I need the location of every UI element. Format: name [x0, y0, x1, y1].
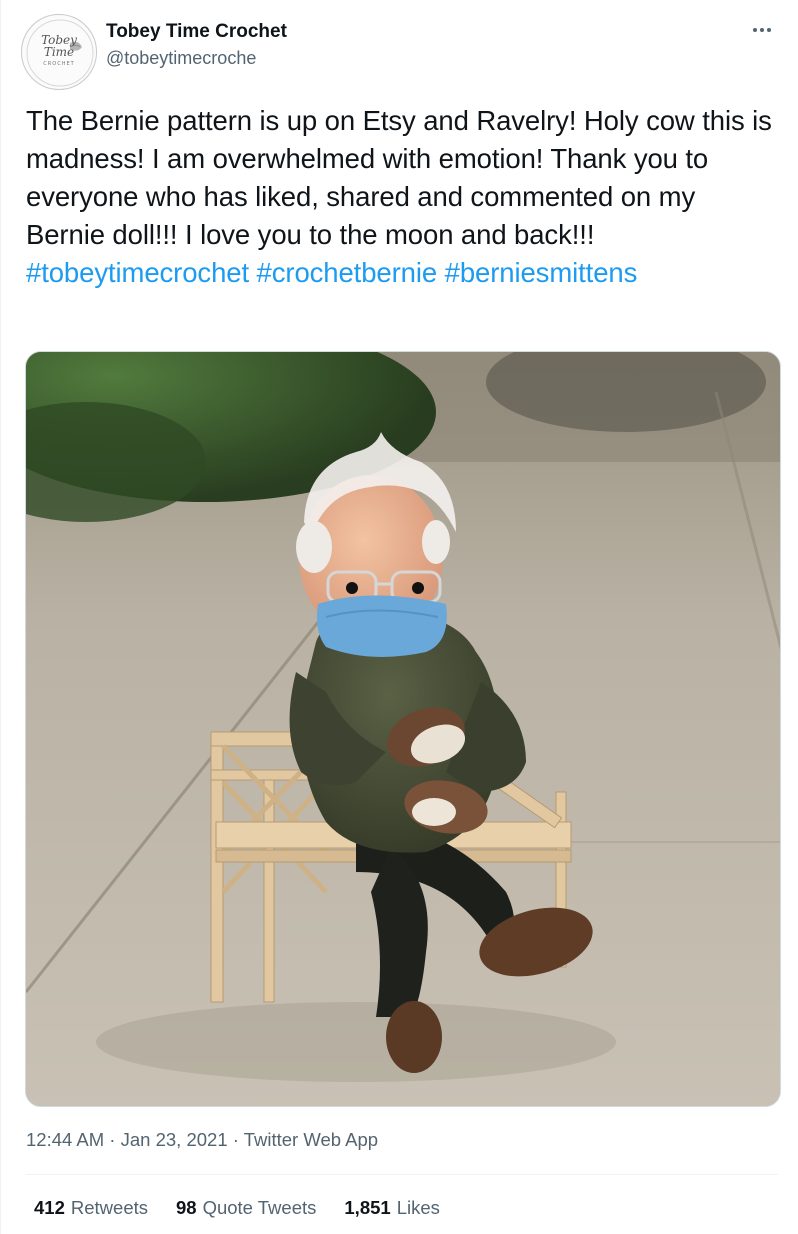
more-horizontal-icon[interactable]: [744, 12, 780, 48]
likes-stat[interactable]: 1,851 Likes: [344, 1195, 440, 1221]
tweet-date[interactable]: Jan 23, 2021: [121, 1129, 228, 1150]
quote-tweets-stat[interactable]: 98 Quote Tweets: [176, 1195, 316, 1221]
likes-label: Likes: [396, 1197, 440, 1218]
tweet-text-space: [249, 257, 257, 288]
meta-separator: ·: [227, 1129, 244, 1150]
avatar-line-2: Time: [43, 45, 75, 59]
retweets-stat[interactable]: 412 Retweets: [34, 1195, 148, 1221]
meta-separator: ·: [104, 1129, 121, 1150]
tweet-time[interactable]: 12:44 AM: [26, 1129, 104, 1150]
tweet-source[interactable]: Twitter Web App: [244, 1129, 378, 1150]
likes-count: 1,851: [344, 1197, 391, 1218]
tweet-stats: 412 Retweets 98 Quote Tweets 1,851 Likes: [34, 1195, 440, 1221]
crochet-doll-photo: [26, 352, 780, 1106]
hashtag-link[interactable]: #tobeytimecrochet: [26, 257, 249, 288]
tweet-header: Tobey Time CROCHET Tobey Time Crochet @t…: [21, 12, 780, 90]
tweet-card: Tobey Time CROCHET Tobey Time Crochet @t…: [0, 0, 798, 1234]
divider: [26, 1174, 778, 1175]
avatar[interactable]: Tobey Time CROCHET: [21, 14, 97, 90]
retweets-label: Retweets: [70, 1197, 148, 1218]
tweet-text: The Bernie pattern is up on Etsy and Rav…: [26, 102, 778, 292]
retweets-count: 412: [34, 1197, 65, 1218]
hashtag-link[interactable]: #berniesmittens: [445, 257, 638, 288]
tweet-text-space: [437, 257, 445, 288]
avatar-line-3: CROCHET: [43, 61, 75, 67]
tweet-metadata: 12:44 AM · Jan 23, 2021 · Twitter Web Ap…: [26, 1127, 378, 1153]
display-name[interactable]: Tobey Time Crochet: [106, 20, 287, 44]
avatar-logo-text: Tobey Time CROCHET: [41, 34, 77, 70]
quote-tweets-count: 98: [176, 1197, 197, 1218]
author-names: Tobey Time Crochet @tobeytimecroche: [106, 20, 287, 70]
tweet-text-plain: The Bernie pattern is up on Etsy and Rav…: [26, 105, 772, 250]
tweet-photo[interactable]: [25, 351, 781, 1107]
quote-tweets-label: Quote Tweets: [202, 1197, 317, 1218]
user-handle[interactable]: @tobeytimecroche: [106, 46, 287, 70]
hashtag-link[interactable]: #crochetbernie: [257, 257, 438, 288]
